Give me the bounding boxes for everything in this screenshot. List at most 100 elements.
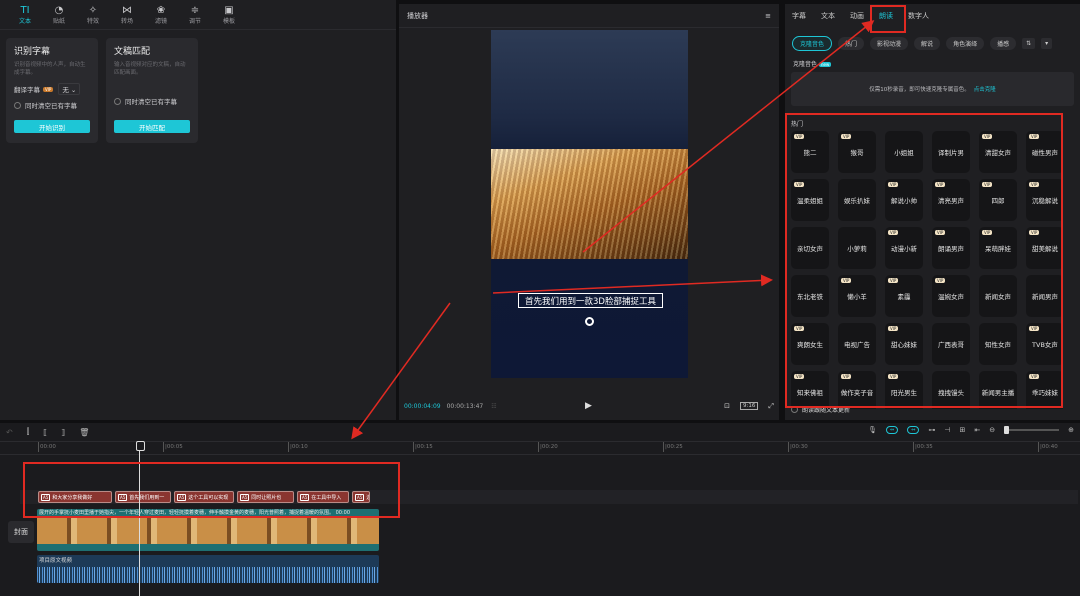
tool-tab[interactable]: ✧ 特效	[76, 0, 110, 30]
voice-card[interactable]: VIP 阳光男生	[885, 371, 923, 409]
filter-chip[interactable]: 播感	[990, 37, 1017, 50]
voice-card[interactable]: VIP 猴哥	[838, 131, 876, 173]
voice-card[interactable]: 娱乐扒妹	[838, 179, 876, 221]
tab-1[interactable]: 文本	[821, 11, 835, 21]
zoom-out-icon[interactable]: ⊖	[989, 426, 995, 434]
subtitle-clip[interactable]: A5 这个工具可以实现	[174, 491, 234, 503]
sort-icon[interactable]: ⇅	[1022, 38, 1036, 49]
undo-icon[interactable]: ↶	[6, 428, 13, 437]
tab-2[interactable]: 动画	[850, 11, 864, 21]
voice-card[interactable]: VIP 解说小帅	[885, 179, 923, 221]
voice-card[interactable]: VIP 磁性男声	[1026, 131, 1063, 173]
screenshot-icon[interactable]: ⊡	[724, 402, 730, 410]
tab-4[interactable]: 数字人	[908, 11, 929, 21]
clear-existing-row[interactable]: 同时清空已有字幕	[14, 100, 90, 110]
voice-card[interactable]: VIP 朗诵男声	[932, 227, 970, 269]
voice-card[interactable]: VIP 素霾	[885, 275, 923, 317]
microphone-icon[interactable]: 🎙	[868, 426, 877, 434]
tool-tab[interactable]: ≑ 调节	[178, 0, 212, 30]
subtitle-clip[interactable]: A5 和大家分享我做好	[38, 491, 112, 503]
voice-card[interactable]: VIP 四郎	[979, 179, 1017, 221]
filter-chip[interactable]: 克隆音色	[792, 36, 833, 51]
voice-card[interactable]: VIP 温婉女声	[932, 275, 970, 317]
subtitle-clip[interactable]: A5 首先我们用到一	[115, 491, 171, 503]
voice-card[interactable]: VIP 清甜女声	[979, 131, 1017, 173]
voice-card[interactable]: 拽拽馒头	[932, 371, 970, 409]
tool-tab[interactable]: ⋈ 转场	[110, 0, 144, 30]
link-icon[interactable]: ⊶	[928, 426, 935, 434]
voice-card[interactable]: 广西表哥	[932, 323, 970, 365]
subtitle-overlay[interactable]: 首先我们用到一款3D脸部捕捉工具	[518, 293, 663, 308]
tab-3[interactable]: 朗读	[879, 11, 893, 21]
split-icon[interactable]: ⫿	[27, 427, 30, 437]
voice-card[interactable]: VIP 懒小羊	[838, 275, 876, 317]
translate-select[interactable]: 无 ⌄	[58, 83, 81, 95]
tool-tab[interactable]: ❀ 滤镜	[144, 0, 178, 30]
menu-icon[interactable]: ≡	[765, 12, 771, 20]
voice-card[interactable]: 知性女声	[979, 323, 1017, 365]
split-left-icon[interactable]: ⟦	[43, 428, 47, 437]
video-clip[interactable]: 展开的手掌抚小麦田里播于她指尖，一个年轻人穿过麦田，轻轻抚摸着麦穗，伸手触摸金黄…	[37, 509, 379, 551]
filter-chip[interactable]: 影视动漫	[870, 37, 909, 50]
caption-icon[interactable]: ⊞	[960, 426, 966, 434]
voice-card[interactable]: VIP 做作夹子音	[838, 371, 876, 409]
voice-card[interactable]: VIP TVB女声	[1026, 323, 1063, 365]
voice-card[interactable]: VIP 呆萌胖娃	[979, 227, 1017, 269]
voice-card[interactable]: 新闻男主播	[979, 371, 1017, 409]
delete-icon[interactable]: 🗑	[79, 428, 89, 437]
clone-voice-link[interactable]: 点击克隆	[974, 85, 996, 93]
snap-toggle-icon[interactable]: ⇔	[907, 426, 920, 434]
voice-card[interactable]: VIP 动漫小新	[885, 227, 923, 269]
voice-card[interactable]: VIP 甜美解说	[1026, 227, 1063, 269]
voice-card[interactable]: 小姐姐	[885, 131, 923, 173]
voice-card[interactable]: VIP 沉稳解说	[1026, 179, 1063, 221]
fit-icon[interactable]: ⇤	[974, 426, 980, 434]
zoom-slider[interactable]	[1004, 426, 1060, 434]
voice-card[interactable]: 译制片男	[932, 131, 970, 173]
time-ruler[interactable]: 00:00 |00:05 |00:10 |00:15 |00:20 |00:25 |00:3…	[0, 441, 1080, 455]
voice-card[interactable]: 新闻男声	[1026, 275, 1063, 317]
voice-card[interactable]: VIP 知来佛祖	[791, 371, 829, 409]
lyrics-clear-row[interactable]: 同时清空已有字幕	[114, 96, 190, 106]
voice-card[interactable]: VIP 甜心妹妹	[885, 323, 923, 365]
link-toggle-icon[interactable]: ⇔	[885, 426, 899, 434]
dropdown-icon[interactable]: ▾	[1041, 38, 1053, 49]
start-recognize-button[interactable]: 开始识别	[14, 120, 90, 133]
voice-card[interactable]: VIP 爽朗女生	[791, 323, 829, 365]
tool-tab[interactable]: ▣ 模板	[212, 0, 246, 30]
tool-tab[interactable]: TI 文本	[8, 0, 42, 30]
ratio-button[interactable]: 9:16	[740, 402, 759, 410]
playhead[interactable]	[136, 441, 145, 596]
subtitle-clip[interactable]: A5 在工具中导入	[297, 491, 349, 503]
audio-clip[interactable]: 项目原文视频	[37, 555, 379, 583]
zoom-in-icon[interactable]: ⊕	[1068, 426, 1074, 434]
voice-card[interactable]: 亲切女声	[791, 227, 829, 269]
video-preview[interactable]: 首先我们用到一款3D脸部捕捉工具	[491, 30, 688, 378]
fullscreen-icon[interactable]: ⤢	[768, 402, 774, 411]
lyrics-clear-checkbox[interactable]	[114, 97, 121, 105]
split-right-icon[interactable]: ⟧	[61, 428, 65, 437]
voice-card[interactable]: VIP 清亮男声	[932, 179, 970, 221]
voice-card[interactable]: 电视广告	[838, 323, 876, 365]
voice-card[interactable]: 小萝莉	[838, 227, 876, 269]
subtitle-clip[interactable]: A5 同时让照片也	[237, 491, 294, 503]
timeline-grid-icon[interactable]: ☷	[491, 403, 496, 410]
rotate-handle-icon[interactable]	[585, 317, 594, 326]
voice-card[interactable]: VIP 熊二	[791, 131, 829, 173]
filter-chip[interactable]: 热门	[838, 37, 865, 50]
start-match-button[interactable]: 开始匹配	[114, 120, 190, 133]
voice-card[interactable]: 东北老铁	[791, 275, 829, 317]
tab-0[interactable]: 字幕	[792, 11, 806, 21]
play-icon[interactable]: ▶	[585, 401, 592, 411]
voice-card[interactable]: 新闻女声	[979, 275, 1017, 317]
subtitle-clip[interactable]: A5选	[352, 491, 370, 503]
voice-card[interactable]: VIP 乖巧妹妹	[1026, 371, 1063, 409]
clear-existing-checkbox[interactable]	[14, 101, 21, 109]
cover-button[interactable]: 封面	[8, 521, 34, 543]
preview-axis-icon[interactable]: ⊣	[944, 426, 950, 434]
filter-chip[interactable]: 解说	[914, 37, 941, 50]
voice-card[interactable]: VIP 温柔姐姐	[791, 179, 829, 221]
filter-chip[interactable]: 角色演绎	[946, 37, 985, 50]
follow-text-checkbox[interactable]	[791, 406, 798, 413]
tool-tab[interactable]: ◔ 贴纸	[42, 0, 76, 30]
